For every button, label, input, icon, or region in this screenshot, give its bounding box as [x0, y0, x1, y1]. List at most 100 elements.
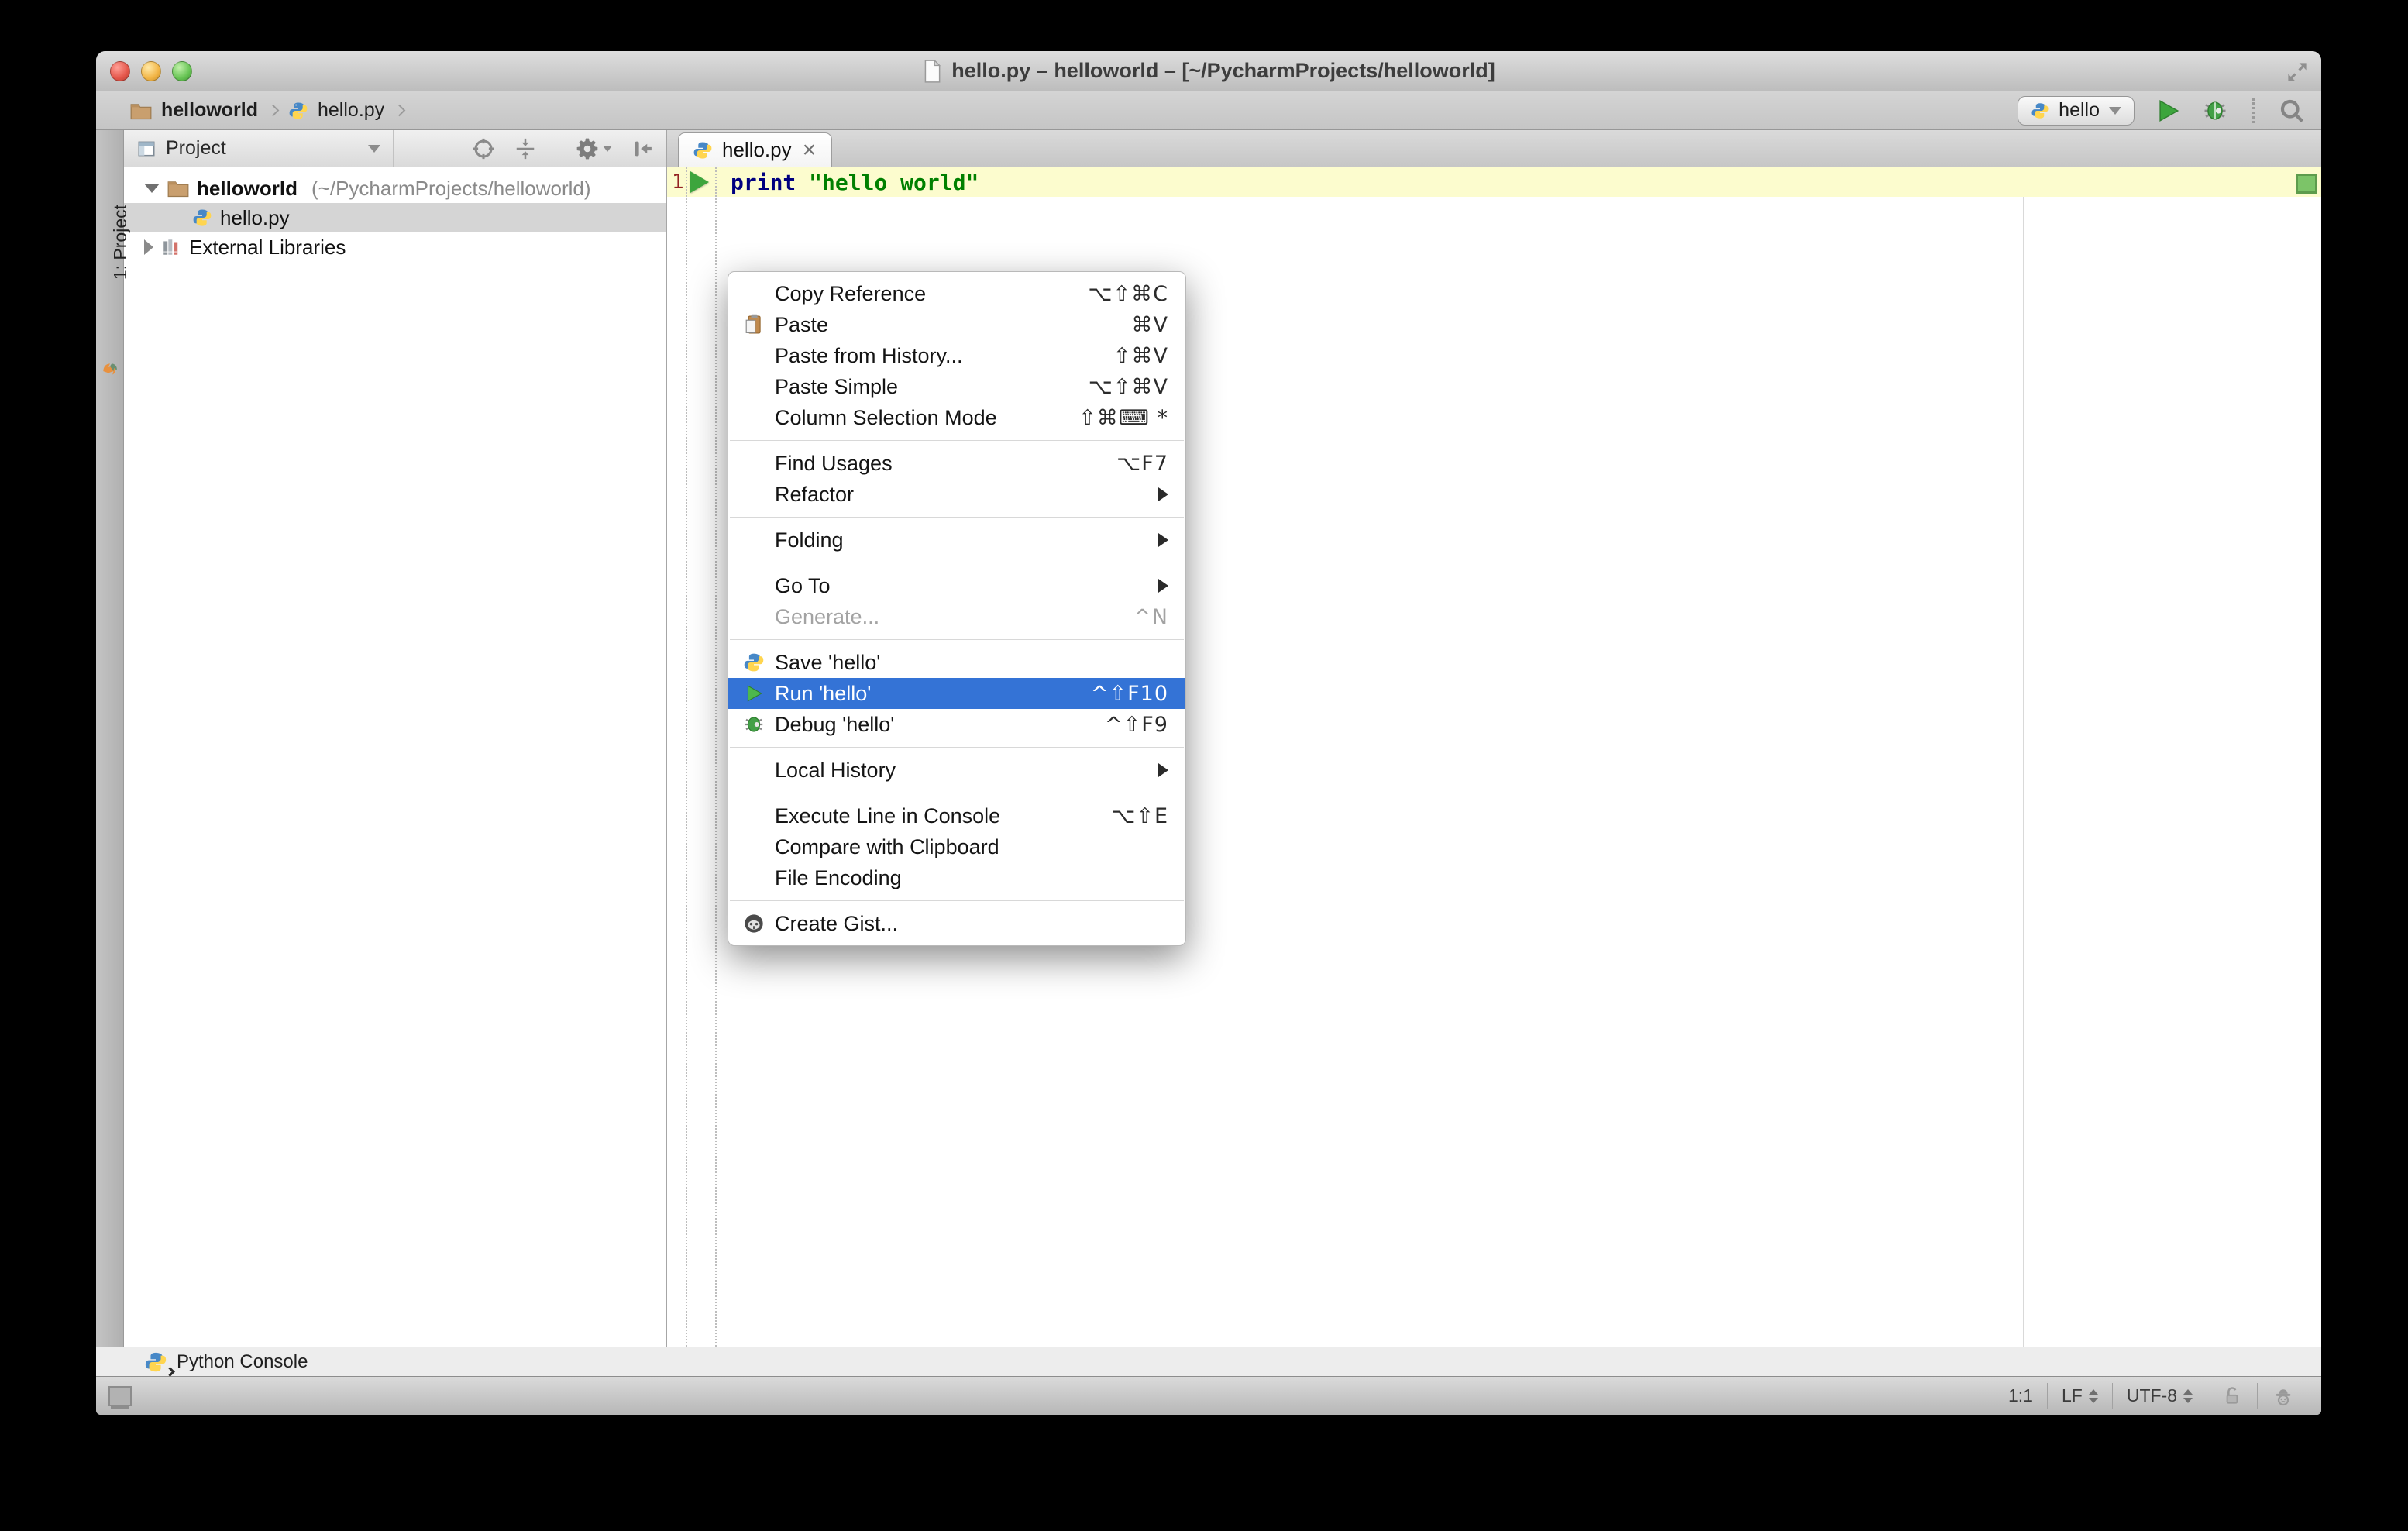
menu-item-run-hello[interactable]: Run 'hello' ^⇧F10 [728, 678, 1185, 709]
code-line[interactable]: print "hello world" [731, 170, 979, 195]
chevron-right-icon [393, 104, 406, 117]
menu-item-local-history[interactable]: Local History [728, 755, 1185, 786]
debug-icon [739, 712, 769, 737]
menu-item-debug-hello[interactable]: Debug 'hello' ^⇧F9 [728, 709, 1185, 740]
gutter-separator [715, 167, 717, 1347]
title-bar[interactable]: hello.py – helloworld – [~/PycharmProjec… [96, 51, 2321, 91]
run-button[interactable] [2155, 98, 2181, 124]
run-configuration-select[interactable]: hello [2018, 95, 2135, 126]
chevron-down-icon [2109, 106, 2121, 115]
run-toolbar: hello [2018, 95, 2306, 126]
breadcrumb-file[interactable]: hello.py [318, 99, 384, 122]
menu-item-column-selection-mode[interactable]: Column Selection Mode ⇧⌘⌨ * [728, 402, 1185, 433]
locate-source-icon[interactable] [472, 137, 495, 160]
menu-item-paste-from-history[interactable]: Paste from History... ⇧⌘V [728, 340, 1185, 371]
menu-icon-slot [739, 343, 769, 368]
zoom-window-button[interactable] [172, 61, 192, 81]
document-icon [922, 59, 942, 83]
window-title: hello.py – helloworld – [~/PycharmProjec… [951, 59, 1495, 82]
fullscreen-icon[interactable] [2284, 59, 2310, 85]
close-window-button[interactable] [110, 61, 130, 81]
main-area: 1: Project Project helloworld (~/Pycharm… [96, 130, 2321, 1347]
project-panel-toolbar [472, 136, 666, 161]
menu-item-find-usages[interactable]: Find Usages ⌥F7 [728, 448, 1185, 479]
close-tab-icon[interactable]: × [801, 138, 818, 162]
expanded-arrow-icon[interactable] [144, 184, 160, 193]
menu-item-folding[interactable]: Folding [728, 525, 1185, 556]
tab-label: hello.py [722, 138, 792, 161]
project-panel: Project helloworld (~/PycharmProjects/he… [124, 130, 667, 1347]
desktop-background: hello.py – helloworld – [~/PycharmProjec… [0, 0, 2408, 1531]
collapsed-arrow-icon[interactable] [144, 239, 153, 255]
toolbar-separator [2252, 98, 2255, 123]
chevron-down-icon [368, 144, 380, 153]
menu-item-create-gist[interactable]: Create Gist... [728, 908, 1185, 939]
hector-inspector-icon [2272, 1385, 2295, 1408]
highlighting-level-widget[interactable] [2257, 1382, 2309, 1409]
python-console-icon [144, 1350, 175, 1377]
menu-icon-slot [739, 451, 769, 476]
minimize-window-button[interactable] [141, 61, 161, 81]
menu-icon-slot [739, 834, 769, 859]
toggle-tool-window-buttons-icon[interactable] [108, 1385, 132, 1406]
tree-node-label: hello.py [220, 205, 290, 229]
encoding-widget[interactable]: UTF-8 [2111, 1382, 2207, 1409]
breadcrumb-project[interactable]: helloworld [161, 99, 258, 122]
code-string: "hello world" [809, 170, 979, 195]
python-icon [739, 650, 769, 675]
menu-item-execute-line-in-console[interactable]: Execute Line in Console ⌥⇧E [728, 800, 1185, 831]
window-controls [110, 61, 192, 81]
menu-icon-slot [739, 573, 769, 598]
submenu-arrow-icon [1158, 533, 1168, 547]
menu-icon-slot [739, 803, 769, 828]
status-bar-widgets: 1:1 LF UTF-8 [1994, 1377, 2309, 1415]
menu-item-copy-reference[interactable]: Copy Reference ⌥⇧⌘C [728, 278, 1185, 309]
run-configuration-name: hello [2059, 99, 2100, 121]
caret-position-value: 1:1 [2008, 1385, 2033, 1405]
tree-row-external-libraries[interactable]: External Libraries [124, 232, 666, 262]
gutter-run-icon[interactable] [690, 171, 709, 193]
menu-icon-slot [739, 482, 769, 507]
menu-item-file-encoding[interactable]: File Encoding [728, 862, 1185, 893]
collapse-all-icon[interactable] [514, 137, 537, 160]
menu-separator [730, 747, 1184, 748]
menu-separator [730, 639, 1184, 640]
project-view-select[interactable]: Project [124, 130, 394, 167]
hide-panel-icon[interactable] [631, 137, 654, 160]
menu-item-compare-with-clipboard[interactable]: Compare with Clipboard [728, 831, 1185, 862]
menu-item-paste[interactable]: Paste ⌘V [728, 309, 1185, 340]
caret-position-widget[interactable]: 1:1 [1994, 1383, 2047, 1409]
menu-item-go-to[interactable]: Go To [728, 570, 1185, 601]
tree-node-path: (~/PycharmProjects/helloworld) [311, 176, 591, 200]
menu-separator [730, 440, 1184, 441]
tree-row-project-root[interactable]: helloworld (~/PycharmProjects/helloworld… [124, 174, 666, 203]
line-separator-widget[interactable]: LF [2046, 1382, 2112, 1409]
project-tree: helloworld (~/PycharmProjects/helloworld… [124, 167, 666, 262]
menu-separator [730, 517, 1184, 518]
tab-hello-py[interactable]: hello.py × [678, 132, 833, 167]
project-tool-window-icon[interactable] [100, 360, 120, 380]
folder-icon [130, 101, 152, 120]
python-run-config-icon [2031, 101, 2049, 120]
menu-item-save-hello[interactable]: Save 'hello' [728, 647, 1185, 678]
line-separator-value: LF [2061, 1385, 2083, 1405]
settings-gear-icon[interactable] [575, 136, 612, 161]
clipboard-icon [739, 312, 769, 337]
project-tool-window-label: 1: Project [110, 205, 130, 280]
debug-button[interactable] [2201, 97, 2229, 125]
folder-icon [167, 179, 189, 198]
project-tool-window-button[interactable]: 1: Project [110, 205, 131, 280]
tree-row-hello-py[interactable]: hello.py [124, 203, 666, 232]
python-console-button[interactable]: Python Console [144, 1350, 308, 1377]
python-file-icon [288, 101, 308, 121]
menu-icon-slot [739, 281, 769, 306]
project-panel-header: Project [124, 130, 666, 167]
submenu-arrow-icon [1158, 579, 1168, 593]
menu-item-paste-simple[interactable]: Paste Simple ⌥⇧⌘V [728, 371, 1185, 402]
menu-item-refactor[interactable]: Refactor [728, 479, 1185, 510]
inspection-status-square[interactable] [2296, 174, 2317, 194]
readonly-lock-widget[interactable] [2207, 1382, 2257, 1409]
search-everywhere-icon[interactable] [2278, 97, 2306, 125]
encoding-value: UTF-8 [2126, 1385, 2177, 1405]
pycharm-window: hello.py – helloworld – [~/PycharmProjec… [96, 51, 2321, 1415]
